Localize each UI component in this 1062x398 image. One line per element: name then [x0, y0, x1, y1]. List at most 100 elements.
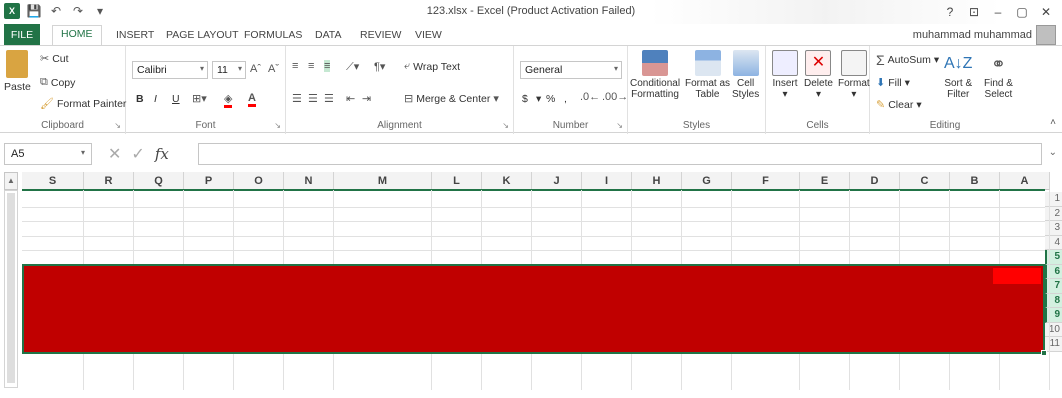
middle-align-button[interactable]: ≡ [308, 60, 314, 72]
column-header-c[interactable]: C [900, 172, 950, 190]
tab-view[interactable]: VIEW [415, 27, 442, 46]
row-header-9[interactable]: 9 [1045, 308, 1062, 323]
copy-button[interactable]: ⧉ Copy [40, 76, 75, 89]
dialog-launcher-icon[interactable]: ↘ [616, 121, 623, 130]
dialog-launcher-icon[interactable]: ↘ [274, 121, 281, 130]
bottom-align-button[interactable]: ≡ [324, 60, 331, 72]
column-header-i[interactable]: I [582, 172, 632, 190]
row-header-6[interactable]: 6 [1045, 264, 1062, 279]
cancel-icon[interactable]: ✕ [108, 144, 121, 164]
active-cell[interactable] [993, 268, 1041, 284]
row-header-2[interactable]: 2 [1045, 206, 1062, 221]
shrink-font-button[interactable]: Aˇ [268, 63, 279, 75]
find-select-button[interactable]: ⚭ Find & Select [984, 50, 1013, 101]
tab-formulas[interactable]: FORMULAS [244, 27, 302, 46]
paragraph-button[interactable]: ¶▾ [374, 60, 385, 73]
column-header-m[interactable]: M [334, 172, 432, 190]
format-cells-button[interactable]: Format ▾ [838, 50, 870, 100]
insert-function-icon[interactable]: fx [155, 145, 169, 163]
scrollbar-thumb[interactable] [7, 193, 15, 383]
cell-styles-button[interactable]: Cell Styles [732, 50, 759, 100]
font-color-button[interactable]: A [248, 92, 256, 107]
fill-handle[interactable] [1041, 350, 1047, 356]
help-button[interactable]: ? [938, 2, 962, 22]
column-header-f[interactable]: F [732, 172, 800, 190]
percent-button[interactable]: % [546, 93, 555, 105]
align-right-button[interactable]: ☰ [324, 92, 334, 105]
autosum-button[interactable]: Σ AutoSum ▾ [876, 52, 939, 68]
fill-button[interactable]: ⬇ Fill ▾ [876, 76, 910, 90]
column-header-h[interactable]: H [632, 172, 682, 190]
row-header-10[interactable]: 10 [1045, 322, 1062, 337]
minimize-button[interactable]: – [986, 2, 1010, 22]
decrease-decimal-button[interactable]: .00→ [602, 91, 628, 103]
tab-data[interactable]: DATA [315, 27, 341, 46]
column-header-d[interactable]: D [850, 172, 900, 190]
dialog-launcher-icon[interactable]: ↘ [502, 121, 509, 130]
column-header-l[interactable]: L [432, 172, 482, 190]
tab-insert[interactable]: INSERT [116, 27, 154, 46]
comma-button[interactable]: , [564, 93, 567, 105]
column-header-o[interactable]: O [234, 172, 284, 190]
row-header-4[interactable]: 4 [1045, 235, 1062, 250]
conditional-formatting-button[interactable]: Conditional Formatting [630, 50, 680, 100]
orientation-button[interactable]: ⟋▾ [346, 60, 359, 74]
name-box[interactable]: A5 [4, 143, 92, 165]
align-left-button[interactable]: ☰ [292, 92, 302, 105]
underline-button[interactable]: U [172, 93, 180, 105]
row-header-5[interactable]: 5 [1045, 250, 1062, 265]
column-header-e[interactable]: E [800, 172, 850, 190]
increase-indent-button[interactable]: ⇥ [362, 92, 371, 105]
row-header-11[interactable]: 11 [1045, 337, 1062, 352]
column-header-k[interactable]: K [482, 172, 532, 190]
currency-button[interactable]: $ [522, 93, 528, 105]
column-header-b[interactable]: B [950, 172, 1000, 190]
collapse-ribbon-icon[interactable]: ˄ [1050, 117, 1056, 128]
fill-color-button[interactable]: ◈ [224, 92, 233, 108]
borders-button[interactable]: ⊞▾ [192, 92, 207, 105]
italic-button[interactable]: I [154, 93, 157, 105]
grow-font-button[interactable]: Aˆ [250, 63, 261, 75]
paste-button[interactable]: Paste [4, 50, 31, 93]
tab-file[interactable]: FILE [4, 24, 40, 46]
column-header-q[interactable]: Q [134, 172, 184, 190]
row-header-7[interactable]: 7 [1045, 279, 1062, 294]
tab-page-layout[interactable]: PAGE LAYOUT [166, 27, 239, 46]
increase-decimal-button[interactable]: .0← [580, 91, 600, 103]
enter-icon[interactable]: ✓ [131, 144, 144, 164]
column-header-a[interactable]: A [1000, 172, 1050, 190]
tab-home[interactable]: HOME [52, 25, 102, 46]
column-header-r[interactable]: R [84, 172, 134, 190]
restore-button[interactable]: ▢ [1010, 2, 1034, 22]
row-header-8[interactable]: 8 [1045, 293, 1062, 308]
avatar[interactable] [1036, 25, 1056, 45]
format-as-table-button[interactable]: Format as Table [685, 50, 730, 100]
column-header-s[interactable]: S [22, 172, 84, 190]
cell-area[interactable] [22, 190, 1050, 390]
decrease-indent-button[interactable]: ⇤ [346, 92, 355, 105]
center-button[interactable]: ☰ [308, 92, 318, 105]
delete-cells-button[interactable]: ✕ Delete ▾ [804, 50, 833, 100]
sort-filter-button[interactable]: A↓Z Sort & Filter [944, 50, 972, 100]
formula-input[interactable] [198, 143, 1042, 165]
tab-review[interactable]: REVIEW [360, 27, 401, 46]
column-header-j[interactable]: J [532, 172, 582, 190]
cut-button[interactable]: ✂ Cut [40, 52, 69, 66]
column-header-g[interactable]: G [682, 172, 732, 190]
dialog-launcher-icon[interactable]: ↘ [114, 121, 121, 130]
number-format-dropdown[interactable]: General [520, 61, 622, 79]
insert-cells-button[interactable]: Insert ▾ [772, 50, 798, 100]
row-header-1[interactable]: 1 [1045, 192, 1062, 207]
selected-range[interactable] [22, 264, 1047, 356]
vertical-scrollbar[interactable] [4, 190, 18, 388]
close-button[interactable]: ✕ [1034, 2, 1058, 22]
row-header-3[interactable]: 3 [1045, 221, 1062, 236]
column-header-p[interactable]: P [184, 172, 234, 190]
font-size-dropdown[interactable]: 11 [212, 61, 246, 79]
clear-button[interactable]: ✎ Clear ▾ [876, 98, 922, 112]
wrap-text-button[interactable]: ⤶ Wrap Text [404, 60, 460, 73]
column-header-n[interactable]: N [284, 172, 334, 190]
user-name[interactable]: muhammad muhammad [913, 29, 1032, 41]
currency-dropdown-icon[interactable]: ▾ [536, 93, 541, 105]
scroll-up-icon[interactable]: ▲ [4, 172, 18, 190]
